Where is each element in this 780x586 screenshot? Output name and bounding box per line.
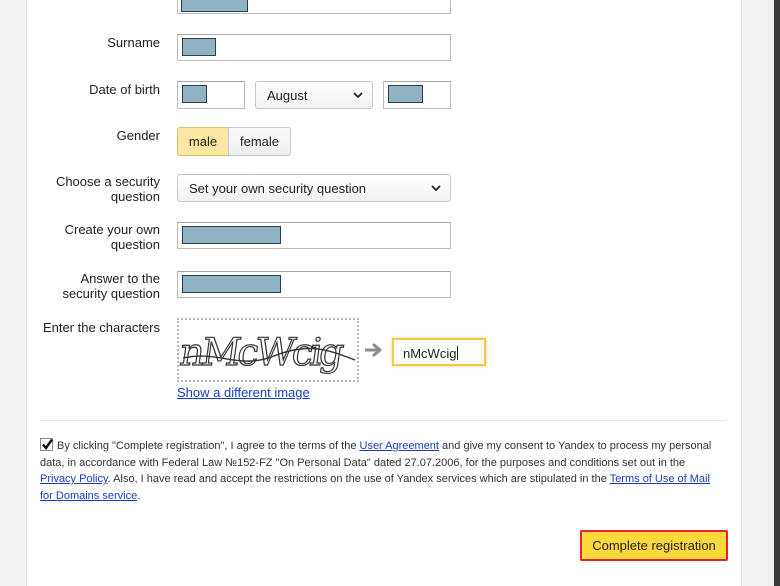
agreement-text: By clicking "Complete registration", I a… xyxy=(40,438,724,504)
arrow-right-icon xyxy=(365,343,382,357)
agreement-text-3: . Also, I have read and accept the restr… xyxy=(107,473,610,485)
captcha-label: Enter the characters xyxy=(42,320,160,335)
agreement-text-4: . xyxy=(137,489,141,502)
answer-redacted-value xyxy=(182,275,281,293)
surname-field[interactable] xyxy=(177,34,451,61)
chevron-down-icon xyxy=(353,92,363,99)
window-edge xyxy=(774,0,780,586)
captcha-distorted-text: nMcWcig xyxy=(179,331,356,376)
gender-male-button[interactable]: male xyxy=(177,127,229,156)
gender-female-button[interactable]: female xyxy=(228,127,291,156)
gender-label: Gender xyxy=(116,128,160,143)
section-divider xyxy=(40,420,726,421)
user-agreement-link[interactable]: User Agreement xyxy=(360,440,439,452)
agreement-text-1: By clicking "Complete registration", I a… xyxy=(57,440,360,452)
show-different-image-link[interactable]: Show a different image xyxy=(177,385,310,400)
security-question-select[interactable]: Set your own security question xyxy=(177,174,451,202)
surname-label: Surname xyxy=(107,35,160,50)
captcha-image: nMcWcig xyxy=(177,318,359,382)
text-caret xyxy=(457,346,459,360)
captcha-input[interactable]: nMcWcig xyxy=(392,338,486,366)
dob-month-value: August xyxy=(267,87,308,103)
surname-redacted-value xyxy=(182,38,216,56)
dob-day-redacted-value xyxy=(182,85,207,103)
dob-month-select[interactable]: August xyxy=(255,81,373,109)
privacy-policy-link[interactable]: Privacy Policy xyxy=(40,473,108,485)
own-question-redacted-value xyxy=(182,226,281,244)
security-question-value: Set your own security question xyxy=(189,180,367,196)
captcha-characters: nMcWcig xyxy=(179,331,346,375)
answer-label: Answer to the security question xyxy=(62,271,160,301)
dob-label: Date of birth xyxy=(89,82,160,97)
complete-registration-button[interactable]: Complete registration xyxy=(580,530,728,561)
first-name-redacted-value xyxy=(181,0,248,12)
chevron-down-icon xyxy=(431,185,441,192)
dob-year-redacted-value xyxy=(388,85,423,103)
captcha-input-value: nMcWcig xyxy=(403,346,457,361)
own-question-label: Create your own question xyxy=(64,222,160,252)
security-question-label: Choose a security question xyxy=(55,174,160,204)
